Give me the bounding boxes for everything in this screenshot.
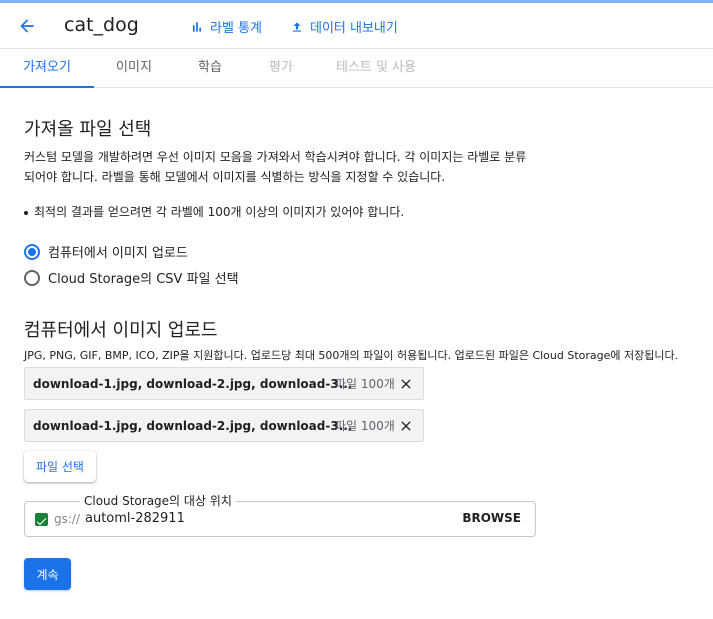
import-description-line2: 되어야 합니다. 라벨을 통해 모델에서 이미지를 식별하는 방식을 지정할 수… xyxy=(24,170,446,184)
app-header: cat_dog 라벨 통계 데이터 내보내기 xyxy=(0,3,713,49)
radio-upload-label: 컴퓨터에서 이미지 업로드 xyxy=(48,246,188,261)
radio-unchecked-icon[interactable] xyxy=(24,269,40,286)
tab-import[interactable]: 가져오기 xyxy=(0,50,94,88)
import-heading: 가져올 파일 선택 xyxy=(24,119,152,140)
destination-prefix: gs:// xyxy=(54,512,80,526)
import-description-line1: 커스텀 모델을 개발하려면 우선 이미지 모음을 가져와서 학습시켜야 합니다.… xyxy=(24,150,527,164)
export-data-button[interactable]: 데이터 내보내기 xyxy=(290,17,398,36)
tab-images[interactable]: 이미지 xyxy=(94,50,174,88)
upload-note: JPG, PNG, GIF, BMP, ICO, ZIP을 지원합니다. 업로드… xyxy=(24,349,679,362)
radio-select-csv[interactable]: Cloud Storage의 CSV 파일 선택 xyxy=(24,268,239,287)
tab-test-and-use: 테스트 및 사용 xyxy=(335,60,417,75)
tab-train[interactable]: 학습 xyxy=(174,50,246,88)
close-icon[interactable] xyxy=(398,418,414,434)
tab-evaluate: 평가 xyxy=(269,60,293,75)
browse-button[interactable]: BROWSE xyxy=(462,511,521,525)
continue-button[interactable]: 계속 xyxy=(24,558,71,590)
bullet-marker xyxy=(24,211,28,215)
select-files-button[interactable]: 파일 선택 xyxy=(24,451,96,482)
file-chip: download-1.jpg, download-2.jpg, download… xyxy=(24,367,424,400)
close-icon[interactable] xyxy=(398,376,414,392)
export-data-label: 데이터 내보내기 xyxy=(310,21,398,36)
bucket-check-icon xyxy=(35,513,48,526)
destination-label: Cloud Storage의 대상 위치 xyxy=(80,492,236,509)
file-count: 파일 100개 xyxy=(335,419,395,433)
radio-upload-from-computer[interactable]: 컴퓨터에서 이미지 업로드 xyxy=(24,242,188,261)
file-chip: download-1.jpg, download-2.jpg, download… xyxy=(24,409,424,442)
recommendation-bullet: 최적의 결과를 얻으려면 각 라벨에 100개 이상의 이미지가 있어야 합니다… xyxy=(34,205,405,219)
file-count: 파일 100개 xyxy=(335,377,395,391)
label-stats-button[interactable]: 라벨 통계 xyxy=(190,17,262,36)
dataset-title: cat_dog xyxy=(64,14,139,36)
upload-heading: 컴퓨터에서 이미지 업로드 xyxy=(24,320,218,341)
tab-bar: 가져오기 이미지 학습 평가 테스트 및 사용 xyxy=(0,50,713,88)
upload-icon xyxy=(292,21,302,32)
arrow-back-icon xyxy=(20,19,34,33)
radio-checked-icon[interactable] xyxy=(24,243,40,260)
file-names: download-1.jpg, download-2.jpg, download… xyxy=(33,418,353,433)
label-stats-label: 라벨 통계 xyxy=(210,21,262,36)
bar-chart-icon xyxy=(192,21,202,32)
back-button[interactable] xyxy=(14,13,40,39)
destination-input[interactable]: automl-282911 xyxy=(85,511,185,526)
radio-csv-label: Cloud Storage의 CSV 파일 선택 xyxy=(48,272,239,287)
file-names: download-1.jpg, download-2.jpg, download… xyxy=(33,376,353,391)
